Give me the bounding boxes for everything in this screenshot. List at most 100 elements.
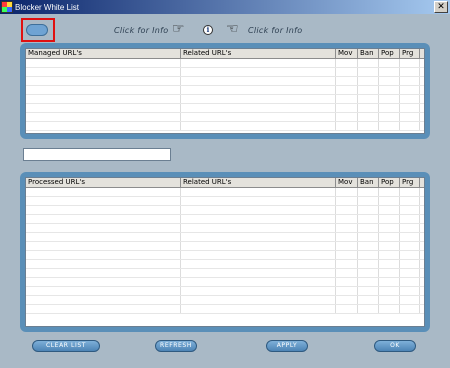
table-row[interactable] [26,86,424,95]
table-row[interactable] [26,77,424,86]
table-cell [336,206,358,214]
table-row[interactable] [26,104,424,113]
refresh-button[interactable]: REFRESH [155,340,197,352]
table-cell [181,260,336,268]
table-cell [400,305,420,313]
table-cell [379,59,400,67]
table-cell [181,197,336,205]
table-cell [336,233,358,241]
table-row[interactable] [26,122,424,131]
table-cell [358,122,379,130]
column-mov[interactable]: Mov [336,178,358,187]
column-ban[interactable]: Ban [358,49,379,58]
table-cell [358,269,379,277]
table-cell [379,122,400,130]
table-cell [26,260,181,268]
table-row[interactable] [26,260,424,269]
table-cell [358,206,379,214]
table-cell [400,260,420,268]
table-cell [379,233,400,241]
table-cell [379,197,400,205]
table-row[interactable] [26,95,424,104]
table-cell [181,68,336,76]
info-icon[interactable]: i [203,25,213,35]
table-cell [358,77,379,85]
table-cell [26,305,181,313]
ok-button[interactable]: OK [374,340,416,352]
table-cell [181,77,336,85]
close-button[interactable]: ✕ [434,1,448,13]
table-cell [26,95,181,103]
table-row[interactable] [26,233,424,242]
table-row[interactable] [26,113,424,122]
table-row[interactable] [26,188,424,197]
table-cell [379,215,400,223]
column-prg[interactable]: Prg [400,49,420,58]
table-row[interactable] [26,269,424,278]
url-input[interactable] [23,148,171,161]
table-cell [400,233,420,241]
column-ban[interactable]: Ban [358,178,379,187]
table-cell [400,251,420,259]
column-mov[interactable]: Mov [336,49,358,58]
column-pop[interactable]: Pop [379,178,400,187]
toggle-button[interactable] [26,24,48,36]
table-cell [379,188,400,196]
column-related-urls[interactable]: Related URL's [181,49,336,58]
column-pop[interactable]: Pop [379,49,400,58]
table-cell [379,269,400,277]
table-cell [181,287,336,295]
managed-table[interactable]: Managed URL's Related URL's Mov Ban Pop … [25,48,425,134]
right-info-link[interactable]: Click for Info [248,26,303,35]
table-row[interactable] [26,206,424,215]
app-icon [1,1,13,13]
managed-table-body [26,59,424,131]
table-cell [379,242,400,250]
table-row[interactable] [26,197,424,206]
table-cell [400,68,420,76]
table-row[interactable] [26,59,424,68]
column-processed-urls[interactable]: Processed URL's [26,178,181,187]
table-cell [336,215,358,223]
table-cell [336,113,358,121]
table-cell [358,215,379,223]
table-cell [26,77,181,85]
processed-table[interactable]: Processed URL's Related URL's Mov Ban Po… [25,177,425,327]
table-row[interactable] [26,287,424,296]
table-cell [400,77,420,85]
table-row[interactable] [26,68,424,77]
table-row[interactable] [26,305,424,314]
table-cell [400,278,420,286]
apply-button[interactable]: APPLY [266,340,308,352]
table-cell [26,197,181,205]
table-cell [336,122,358,130]
column-prg[interactable]: Prg [400,178,420,187]
table-row[interactable] [26,296,424,305]
column-managed-urls[interactable]: Managed URL's [26,49,181,58]
processed-table-header: Processed URL's Related URL's Mov Ban Po… [26,178,424,188]
table-cell [358,59,379,67]
column-related-urls[interactable]: Related URL's [181,178,336,187]
table-cell [358,278,379,286]
table-cell [336,260,358,268]
table-row[interactable] [26,224,424,233]
table-cell [26,287,181,295]
left-info-link[interactable]: Click for Info [114,26,169,35]
table-cell [400,86,420,94]
table-row[interactable] [26,278,424,287]
table-cell [181,251,336,259]
clear-list-button[interactable]: CLEAR LIST [32,340,100,352]
table-cell [181,242,336,250]
processed-table-body [26,188,424,314]
table-row[interactable] [26,215,424,224]
table-cell [379,95,400,103]
table-cell [26,104,181,112]
table-row[interactable] [26,242,424,251]
table-cell [400,122,420,130]
table-cell [358,233,379,241]
table-cell [26,251,181,259]
table-cell [26,296,181,304]
table-cell [379,86,400,94]
managed-table-header: Managed URL's Related URL's Mov Ban Pop … [26,49,424,59]
table-row[interactable] [26,251,424,260]
